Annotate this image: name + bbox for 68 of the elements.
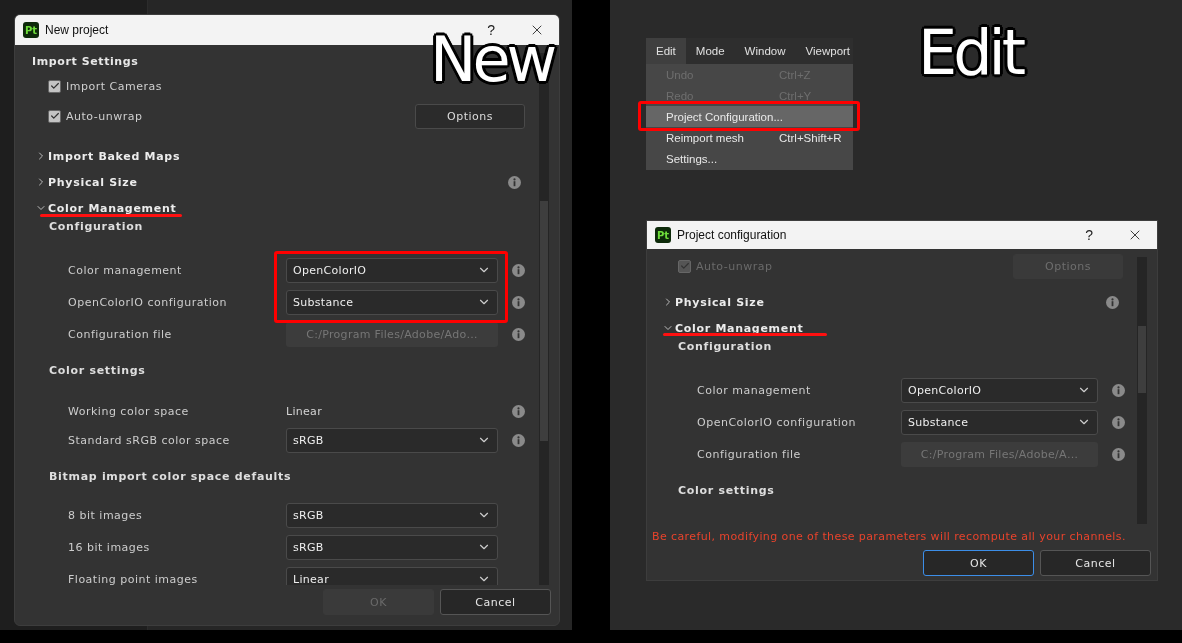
menu-item[interactable]: Reimport mesh Ctrl+Shift+R [646,127,853,148]
info-icon[interactable] [1112,383,1125,397]
window-title: New project [45,23,110,37]
check-icon [49,111,60,121]
menu-item[interactable]: Project Configuration... [646,106,853,127]
dropdown[interactable]: sRGB [286,427,498,453]
group-title: Configuration [49,219,145,235]
group-title: Bitmap import color space defaults [49,469,293,485]
field-label: OpenColorIO configuration [697,415,857,429]
info-icon[interactable] [1112,447,1125,461]
menu-tab[interactable]: Window [734,38,796,64]
menu-item[interactable]: Settings... [646,148,853,169]
field-label: Configuration file [697,447,802,461]
field-label: Color management [697,383,812,397]
field-label: Floating point images [68,572,199,585]
app-badge: Pt [655,227,671,243]
checkbox-label: Import Cameras [66,79,163,93]
dropdown[interactable]: OpenColorIO [901,377,1098,403]
dialog-button[interactable]: Cancel [440,589,551,615]
info-icon[interactable] [508,175,521,189]
field-label: Standard sRGB color space [68,433,231,447]
field-label: OpenColorIO configuration [68,295,228,309]
options-button[interactable]: Options [415,103,525,129]
group-title: Color settings [49,363,147,379]
window-title: Project configuration [677,228,788,242]
info-icon[interactable] [512,433,525,447]
field-label: 8 bit images [68,508,144,522]
help-button[interactable]: ? [1085,227,1093,243]
menu-tab[interactable]: Mode [685,38,735,64]
section-toggle[interactable]: Color Management [675,321,1119,335]
dropdown[interactable]: sRGB [286,534,498,560]
field-label: Working color space [68,404,190,418]
dropdown[interactable]: Substance [286,289,498,315]
menu-tab[interactable]: Viewport [795,38,861,64]
app-badge: Pt [23,22,39,38]
checkbox[interactable] [48,79,61,93]
dropdown[interactable]: Linear [286,566,498,585]
field-value: Linear [286,404,323,418]
info-icon[interactable] [1112,415,1125,429]
checkbox[interactable] [48,109,61,123]
dropdown[interactable]: Substance [901,409,1098,435]
warning-message: Be careful, modifying one of these parameters will recompute all your channels. [651,529,1127,544]
info-icon[interactable] [512,295,525,309]
dialog-button[interactable]: Cancel [1040,550,1151,576]
dialog-button[interactable]: OK [923,550,1034,576]
field-label: Color management [68,263,183,277]
group-title: Configuration [678,339,774,355]
dropdown[interactable]: OpenColorIO [286,257,498,283]
overlay-label: New [430,37,554,84]
menu-tab[interactable]: Edit [646,38,686,64]
section-toggle[interactable]: Physical Size [48,175,508,189]
check-icon [679,261,690,271]
section-toggle[interactable]: Import Baked Maps [48,149,521,163]
info-icon[interactable] [1106,295,1119,309]
scrollbar[interactable] [1137,257,1147,524]
check-icon [49,81,60,91]
help-button[interactable]: ? [487,22,495,38]
group-title: Color settings [678,483,776,499]
dropdown[interactable]: sRGB [286,502,498,528]
section-heading: Import Settings [32,54,140,70]
info-icon[interactable] [512,263,525,277]
checkbox-label: Auto-unwrap [66,109,144,123]
field-label: 16 bit images [68,540,151,554]
info-icon[interactable] [512,327,525,341]
info-icon[interactable] [512,404,525,418]
field-label: Configuration file [68,327,173,341]
section-toggle[interactable]: Color Management [48,201,521,215]
section-toggle[interactable]: Physical Size [675,295,1106,309]
